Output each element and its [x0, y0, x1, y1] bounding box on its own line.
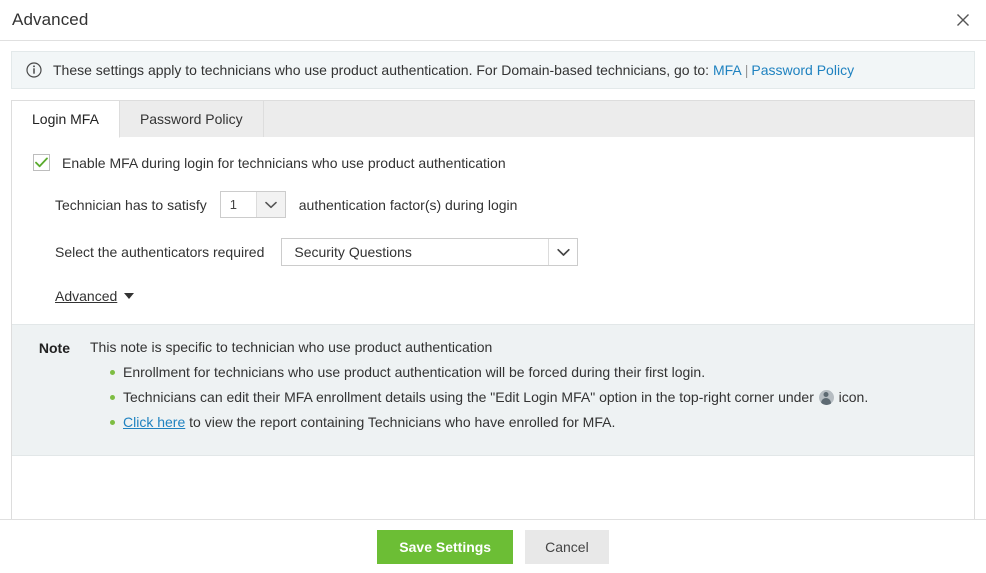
- banner-separator: |: [742, 62, 752, 78]
- info-banner-container: These settings apply to technicians who …: [0, 41, 986, 89]
- info-icon: [26, 62, 42, 78]
- link-password-policy[interactable]: Password Policy: [751, 62, 854, 78]
- tab-password-policy-label: Password Policy: [140, 111, 243, 127]
- chevron-down-icon[interactable]: [124, 293, 134, 299]
- close-icon[interactable]: [950, 7, 976, 33]
- advanced-toggle-row: Advanced: [12, 288, 974, 324]
- page-title: Advanced: [0, 10, 88, 30]
- factors-row: Technician has to satisfy 1 authenticati…: [12, 191, 974, 218]
- info-banner-text: These settings apply to technicians who …: [53, 62, 709, 78]
- authenticators-label: Select the authenticators required: [55, 244, 264, 260]
- enable-mfa-checkbox[interactable]: [33, 154, 50, 171]
- note-body: This note is specific to technician who …: [90, 339, 868, 438]
- tab-content-panel: Enable MFA during login for technicians …: [11, 137, 975, 541]
- tab-login-mfa-label: Login MFA: [32, 111, 99, 127]
- list-item: Technicians can edit their MFA enrollmen…: [123, 388, 868, 407]
- advanced-toggle-link[interactable]: Advanced: [55, 288, 117, 304]
- note-item-3-text-after: to view the report containing Technician…: [189, 414, 615, 430]
- note-list: Enrollment for technicians who use produ…: [90, 363, 868, 432]
- user-avatar-icon: [819, 390, 834, 405]
- factors-label-after: authentication factor(s) during login: [299, 197, 518, 213]
- note-item-1-text: Enrollment for technicians who use produ…: [123, 364, 705, 380]
- authenticators-value: Security Questions: [282, 239, 548, 265]
- note-label: Note: [12, 339, 90, 438]
- factors-label-before: Technician has to satisfy: [55, 197, 207, 213]
- tab-strip: Login MFA Password Policy: [11, 100, 975, 137]
- authenticators-select[interactable]: Security Questions: [281, 238, 578, 266]
- link-mfa[interactable]: MFA: [713, 62, 742, 78]
- factors-count-select[interactable]: 1: [220, 191, 286, 218]
- list-item: Click here to view the report containing…: [123, 413, 868, 432]
- enable-mfa-label: Enable MFA during login for technicians …: [62, 155, 506, 171]
- click-here-link[interactable]: Click here: [123, 414, 185, 430]
- note-heading: This note is specific to technician who …: [90, 339, 868, 355]
- authenticators-row: Select the authenticators required Secur…: [12, 238, 974, 266]
- tab-login-mfa[interactable]: Login MFA: [12, 101, 120, 138]
- note-block: Note This note is specific to technician…: [12, 324, 974, 456]
- save-settings-button[interactable]: Save Settings: [377, 530, 513, 564]
- note-item-2-text-after: icon.: [839, 389, 869, 405]
- note-item-2-text-before: Technicians can edit their MFA enrollmen…: [123, 389, 814, 405]
- dialog-titlebar: Advanced: [0, 0, 986, 41]
- mfa-form: Enable MFA during login for technicians …: [12, 137, 974, 324]
- tab-password-policy[interactable]: Password Policy: [120, 101, 264, 137]
- dialog-footer: Save Settings Cancel: [0, 519, 986, 573]
- chevron-down-icon: [548, 239, 577, 265]
- cancel-button[interactable]: Cancel: [525, 530, 609, 564]
- advanced-settings-dialog: Advanced These settings apply to technic…: [0, 0, 986, 573]
- enable-mfa-row: Enable MFA during login for technicians …: [12, 154, 974, 171]
- chevron-down-icon: [256, 192, 285, 217]
- factors-count-value: 1: [221, 192, 256, 217]
- info-banner: These settings apply to technicians who …: [11, 51, 975, 89]
- list-item: Enrollment for technicians who use produ…: [123, 363, 868, 382]
